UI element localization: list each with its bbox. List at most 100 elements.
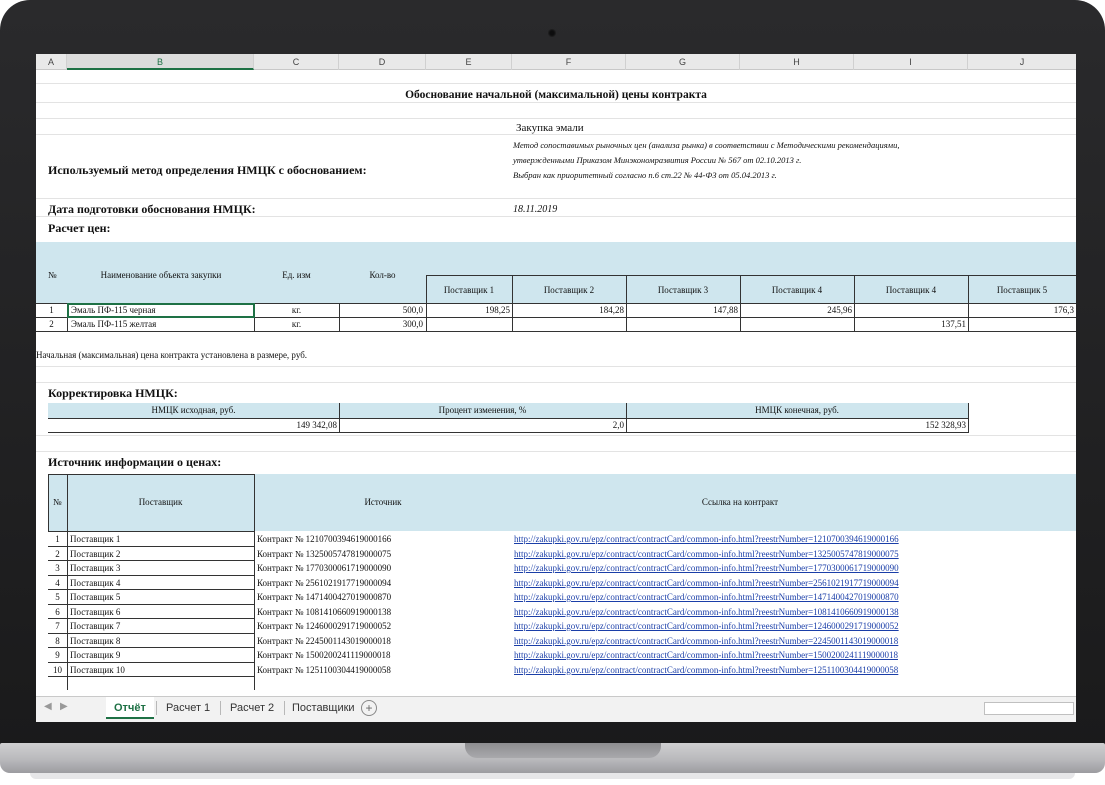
source-row-num: 4 (55, 577, 60, 588)
source-row-link[interactable]: http://zakupki.gov.ru/epz/contract/contr… (514, 591, 974, 603)
price-row-1-p4[interactable]: 245,96 (740, 304, 852, 316)
price-row-2-name[interactable]: Эмаль ПФ-115 желтая (71, 318, 251, 330)
source-row-num: 10 (53, 664, 62, 675)
source-row-link[interactable]: http://zakupki.gov.ru/epz/contract/contr… (514, 620, 974, 632)
price-col-name: Наименование объекта закупки (100, 270, 222, 280)
horizontal-scrollbar[interactable] (984, 702, 1074, 715)
source-row-link[interactable]: http://zakupki.gov.ru/epz/contract/contr… (514, 606, 974, 618)
price-row-2-p1[interactable] (426, 318, 510, 330)
source-row-link[interactable]: http://zakupki.gov.ru/epz/contract/contr… (514, 577, 974, 589)
method-text-2: утвержденными Приказом Минэкономразвития… (513, 155, 802, 165)
source-row-contract[interactable]: Контракт № 2245001143019000018 (257, 635, 511, 647)
source-row-supplier[interactable]: Поставщик 3 (70, 562, 252, 574)
price-row-2-unit[interactable]: кг. (254, 318, 339, 330)
source-row-contract[interactable]: Контракт № 1081410660919000138 (257, 606, 511, 618)
laptop-shadow (30, 773, 1075, 779)
column-header-g[interactable]: G (626, 54, 740, 70)
price-row-1-p5[interactable] (854, 304, 966, 316)
initial-price-text: Начальная (максимальная) цена контракта … (36, 350, 308, 360)
calc-label: Расчет цен: (48, 221, 111, 235)
column-header-j[interactable]: J (968, 54, 1076, 70)
correction-label: Корректировка НМЦК: (48, 386, 178, 400)
tab-suppliers[interactable]: Поставщики (284, 697, 363, 719)
supplier-header-6: Поставщик 5 (996, 285, 1048, 295)
column-header-a[interactable]: A (36, 54, 67, 70)
method-label: Используемый метод определения НМЦК с об… (48, 163, 367, 177)
source-row-num: 3 (55, 563, 60, 573)
source-row-supplier[interactable]: Поставщик 2 (70, 548, 252, 560)
correction-h1: НМЦК исходная, руб. (151, 405, 236, 415)
correction-v1[interactable]: 149 342,08 (48, 419, 338, 431)
add-sheet-icon[interactable]: + (361, 700, 377, 716)
source-row-link[interactable]: http://zakupki.gov.ru/epz/contract/contr… (514, 664, 974, 676)
source-row-link[interactable]: http://zakupki.gov.ru/epz/contract/contr… (514, 548, 974, 560)
source-row-supplier[interactable]: Поставщик 4 (70, 577, 252, 589)
price-row-2-num: 2 (49, 319, 54, 329)
price-row-2-p4[interactable] (740, 318, 852, 330)
column-header-i[interactable]: I (854, 54, 968, 70)
source-row-supplier[interactable]: Поставщик 7 (70, 620, 252, 632)
source-row-supplier[interactable]: Поставщик 9 (70, 649, 252, 661)
source-row-num: 8 (55, 635, 60, 646)
price-row-1-name[interactable]: Эмаль ПФ-115 черная (71, 304, 251, 316)
price-row-2-p2[interactable] (512, 318, 624, 330)
source-row-num: 1 (55, 534, 60, 544)
sheet-grid[interactable]: Обоснование начальной (максимальной) цен… (36, 70, 1076, 696)
price-row-1-p3[interactable]: 147,88 (626, 304, 738, 316)
spreadsheet-window: A B C D E F G H I J Обоснование начально… (36, 54, 1076, 722)
column-header-bar: A B C D E F G H I J (36, 54, 1076, 70)
source-row-link[interactable]: http://zakupki.gov.ru/epz/contract/contr… (514, 562, 974, 574)
tab-calc-1[interactable]: Расчет 1 (158, 697, 218, 719)
column-header-e[interactable]: E (426, 54, 512, 70)
source-row-contract[interactable]: Контракт № 1251100304419000058 (257, 664, 511, 676)
source-row-supplier[interactable]: Поставщик 8 (70, 635, 252, 647)
source-row-contract[interactable]: Контракт № 1246000291719000052 (257, 620, 511, 632)
source-row-contract[interactable]: Контракт № 1770300061719000090 (257, 562, 511, 574)
price-row-1-p6[interactable]: 176,3 (968, 304, 1074, 316)
next-sheet-icon[interactable]: ▶ (60, 701, 68, 712)
price-row-1-p1[interactable]: 198,25 (426, 304, 510, 316)
prev-sheet-icon[interactable]: ◀ (44, 701, 52, 712)
method-text-3: Выбран как приоритетный согласно п.6 ст.… (513, 170, 777, 180)
source-row-supplier[interactable]: Поставщик 10 (70, 664, 252, 676)
source-row-link[interactable]: http://zakupki.gov.ru/epz/contract/contr… (514, 649, 974, 661)
date-label: Дата подготовки обоснования НМЦК: (48, 202, 256, 216)
source-row-supplier[interactable]: Поставщик 5 (70, 591, 252, 603)
column-header-b[interactable]: B (67, 54, 254, 70)
sources-col-supplier: Поставщик (138, 497, 183, 507)
source-row-num: 6 (55, 606, 60, 617)
laptop-notch (465, 743, 661, 758)
source-row-contract[interactable]: Контракт № 1500200241119000018 (257, 649, 511, 661)
source-row-contract[interactable]: Контракт № 2561021917719000094 (257, 577, 511, 589)
source-row-contract[interactable]: Контракт № 1325005747819000075 (257, 548, 511, 560)
tab-report[interactable]: Отчёт (106, 697, 154, 719)
correction-v3[interactable]: 152 328,93 (626, 419, 967, 431)
price-row-1-num: 1 (49, 305, 54, 315)
source-row-supplier[interactable]: Поставщик 6 (70, 606, 252, 618)
correction-h2: Процент изменения, % (438, 405, 527, 415)
price-row-1-unit[interactable]: кг. (254, 304, 339, 316)
tab-calc-2[interactable]: Расчет 2 (222, 697, 282, 719)
source-row-link[interactable]: http://zakupki.gov.ru/epz/contract/contr… (514, 635, 974, 647)
price-row-2-qty[interactable]: 300,0 (339, 318, 423, 330)
source-row-link[interactable]: http://zakupki.gov.ru/epz/contract/contr… (514, 533, 974, 545)
source-row-supplier[interactable]: Поставщик 1 (70, 533, 252, 545)
supplier-header-1: Поставщик 1 (443, 285, 495, 295)
price-row-1-qty[interactable]: 500,0 (339, 304, 423, 316)
sources-label: Источник информации о ценах: (48, 455, 222, 469)
purchase-name: Закупка эмали (516, 122, 584, 134)
price-row-1-p2[interactable]: 184,28 (512, 304, 624, 316)
source-row-contract[interactable]: Контракт № 1471400427019000870 (257, 591, 511, 603)
correction-v2[interactable]: 2,0 (339, 419, 624, 431)
column-header-f[interactable]: F (512, 54, 626, 70)
column-header-d[interactable]: D (339, 54, 426, 70)
source-row-contract[interactable]: Контракт № 1210700394619000166 (257, 533, 511, 545)
price-row-2-p3[interactable] (626, 318, 738, 330)
date-value: 18.11.2019 (513, 204, 558, 215)
source-row-num: 7 (55, 621, 60, 631)
price-row-2-p5[interactable]: 137,51 (854, 318, 966, 330)
column-header-h[interactable]: H (740, 54, 854, 70)
sources-col-link: Ссылка на контракт (701, 497, 779, 507)
price-row-2-p6[interactable] (968, 318, 1074, 330)
column-header-c[interactable]: C (254, 54, 339, 70)
